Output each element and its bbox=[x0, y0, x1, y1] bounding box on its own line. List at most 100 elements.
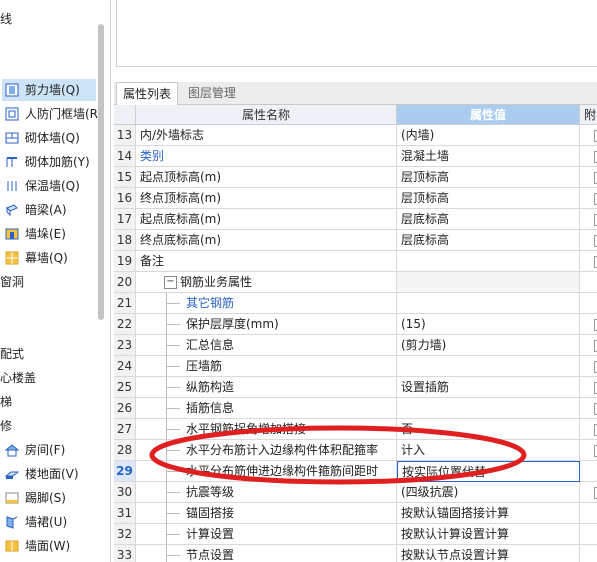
tree-connector-tick bbox=[166, 513, 180, 514]
property-name-cell: 汇总信息 bbox=[136, 335, 397, 356]
property-row[interactable]: 30 抗震等级 (四级抗震) bbox=[114, 482, 597, 503]
property-row[interactable]: 23 汇总信息 (剪力墙) bbox=[114, 335, 597, 356]
extra-cell bbox=[580, 293, 597, 314]
tree-item-masonry-reinforcement[interactable]: 砌体加筋(Y) bbox=[4, 151, 90, 173]
property-row[interactable]: 20 − 钢筋业务属性 bbox=[114, 272, 597, 293]
property-value[interactable]: 按实际位置代替 bbox=[397, 461, 580, 482]
tree-item-hidden-beam[interactable]: 暗梁(A) bbox=[4, 199, 67, 221]
property-value[interactable]: 层顶标高 bbox=[397, 188, 580, 209]
collapse-toggle-icon[interactable]: − bbox=[164, 276, 177, 289]
row-number: 13 bbox=[114, 125, 136, 146]
property-name: 终点底标高(m) bbox=[140, 233, 222, 247]
property-value[interactable]: (四级抗震) bbox=[397, 482, 580, 503]
property-name: 终点顶标高(m) bbox=[140, 191, 222, 205]
property-name-cell: 终点底标高(m) bbox=[136, 230, 397, 251]
property-row[interactable]: 32 计算设置 按默认计算设置计算 bbox=[114, 524, 597, 545]
property-value[interactable]: 按默认计算设置计算 bbox=[397, 524, 580, 545]
property-row[interactable]: 14 类别 混凝土墙 bbox=[114, 146, 597, 167]
property-value[interactable]: 计入 bbox=[397, 440, 580, 461]
property-value[interactable]: 按默认节点设置计算 bbox=[397, 545, 580, 562]
tree-group-window-door[interactable]: 窗洞 bbox=[0, 271, 24, 293]
property-name: 锚固搭接 bbox=[186, 506, 235, 520]
tree-connector-tick bbox=[166, 450, 180, 451]
property-row[interactable]: 22 保护层厚度(mm) (15) bbox=[114, 314, 597, 335]
property-name: 内/外墙标志 bbox=[140, 128, 205, 142]
tree-item-label: 砌体墙(Q) bbox=[25, 131, 80, 145]
tree-item-skirting[interactable]: 踢脚(S) bbox=[4, 487, 66, 509]
property-row[interactable]: 28 水平分布筋计入边缘构件体积配箍率 计入 bbox=[114, 440, 597, 461]
tree-item-curtain-wall[interactable]: 幕墙(Q) bbox=[4, 247, 68, 269]
tab-property-list[interactable]: 属性列表 bbox=[116, 82, 179, 105]
tree-item-civil-defense-door-frame[interactable]: 人防门框墙(R bbox=[4, 103, 98, 125]
row-number: 32 bbox=[114, 524, 136, 545]
property-name-cell: 节点设置 bbox=[136, 545, 397, 562]
tree-scrollbar[interactable] bbox=[98, 24, 104, 320]
row-number: 25 bbox=[114, 377, 136, 398]
tree-item-room[interactable]: 房间(F) bbox=[4, 439, 65, 461]
property-row[interactable]: 24 压墙筋 bbox=[114, 356, 597, 377]
property-row[interactable]: 29 水平分布筋伸进边缘构件箍筋间距时 按实际位置代替 bbox=[114, 461, 597, 482]
property-name-cell: 水平分布筋伸进边缘构件箍筋间距时 bbox=[136, 461, 397, 482]
property-name: 备注 bbox=[140, 254, 165, 268]
property-row[interactable]: 26 插筋信息 bbox=[114, 398, 597, 419]
property-row[interactable]: 18 终点底标高(m) 层底标高 bbox=[114, 230, 597, 251]
property-value[interactable]: 混凝土墙 bbox=[397, 146, 580, 167]
tree-connector-tick bbox=[166, 324, 180, 325]
tree-group-hollow-slab[interactable]: 心楼盖 bbox=[0, 367, 36, 389]
masonry-wall-icon bbox=[4, 130, 20, 146]
tree-group-assembly[interactable]: 配式 bbox=[0, 343, 24, 365]
curtain-wall-icon bbox=[4, 250, 20, 266]
tree-item-label: 楼地面(V) bbox=[25, 467, 79, 481]
property-row[interactable]: 33 节点设置 按默认节点设置计算 bbox=[114, 545, 597, 562]
property-row[interactable]: 21 其它钢筋 bbox=[114, 293, 597, 314]
property-value[interactable]: 否 bbox=[397, 419, 580, 440]
property-value[interactable]: 层底标高 bbox=[397, 209, 580, 230]
tree-item-wall-pier[interactable]: 墙垛(E) bbox=[4, 223, 66, 245]
property-value[interactable] bbox=[397, 251, 580, 272]
property-name: 保护层厚度(mm) bbox=[186, 317, 279, 331]
property-value[interactable] bbox=[397, 398, 580, 419]
property-value[interactable]: (剪力墙) bbox=[397, 335, 580, 356]
property-value bbox=[397, 272, 580, 293]
property-row[interactable]: 17 起点底标高(m) 层底标高 bbox=[114, 209, 597, 230]
row-number: 18 bbox=[114, 230, 136, 251]
property-name: 钢筋业务属性 bbox=[180, 275, 253, 289]
property-value[interactable]: (内墙) bbox=[397, 125, 580, 146]
property-row[interactable]: 19 备注 bbox=[114, 251, 597, 272]
tree-group-stairs[interactable]: 梯 bbox=[0, 391, 12, 413]
property-value[interactable]: 按默认锚固搭接计算 bbox=[397, 503, 580, 524]
tree-item-label: 房间(F) bbox=[25, 443, 66, 457]
row-number: 19 bbox=[114, 251, 136, 272]
tree-item-label: 墙垛(E) bbox=[25, 227, 66, 241]
property-row[interactable]: 27 水平钢筋拐角增加搭接 否 bbox=[114, 419, 597, 440]
header-extra: 附 bbox=[580, 105, 597, 125]
property-row[interactable]: 15 起点顶标高(m) 层顶标高 bbox=[114, 167, 597, 188]
tree-item-shear-wall[interactable]: 剪力墙(Q) bbox=[2, 79, 96, 101]
tree-group-decoration[interactable]: 修 bbox=[0, 415, 12, 437]
property-value[interactable]: 层顶标高 bbox=[397, 167, 580, 188]
tree-item-dado[interactable]: 墙裙(U) bbox=[4, 511, 67, 533]
tab-layer-management[interactable]: 图层管理 bbox=[182, 82, 242, 104]
property-row[interactable]: 16 终点顶标高(m) 层顶标高 bbox=[114, 188, 597, 209]
property-row[interactable]: 31 锚固搭接 按默认锚固搭接计算 bbox=[114, 503, 597, 524]
property-value[interactable]: 设置插筋 bbox=[397, 377, 580, 398]
tree-item-floor[interactable]: 楼地面(V) bbox=[4, 463, 79, 485]
row-number: 24 bbox=[114, 356, 136, 377]
row-number: 20 bbox=[114, 272, 136, 293]
tree-item-label: 剪力墙(Q) bbox=[25, 83, 80, 97]
property-value[interactable] bbox=[397, 293, 580, 314]
tree-item-masonry-wall[interactable]: 砌体墙(Q) bbox=[4, 127, 80, 149]
property-name: 起点底标高(m) bbox=[140, 212, 222, 226]
property-name: 其它钢筋 bbox=[186, 296, 235, 310]
dado-icon bbox=[4, 514, 20, 530]
tree-item-wall-surface[interactable]: 墙面(W) bbox=[4, 535, 70, 557]
tree-connector-tick bbox=[166, 345, 180, 346]
property-value[interactable]: (15) bbox=[397, 314, 580, 335]
property-value[interactable] bbox=[397, 356, 580, 377]
property-row[interactable]: 13 内/外墙标志 (内墙) bbox=[114, 125, 597, 146]
tree-item-insulation-wall[interactable]: 保温墙(Q) bbox=[4, 175, 80, 197]
row-number: 28 bbox=[114, 440, 136, 461]
row-number: 21 bbox=[114, 293, 136, 314]
property-value[interactable]: 层底标高 bbox=[397, 230, 580, 251]
property-row[interactable]: 25 纵筋构造 设置插筋 bbox=[114, 377, 597, 398]
